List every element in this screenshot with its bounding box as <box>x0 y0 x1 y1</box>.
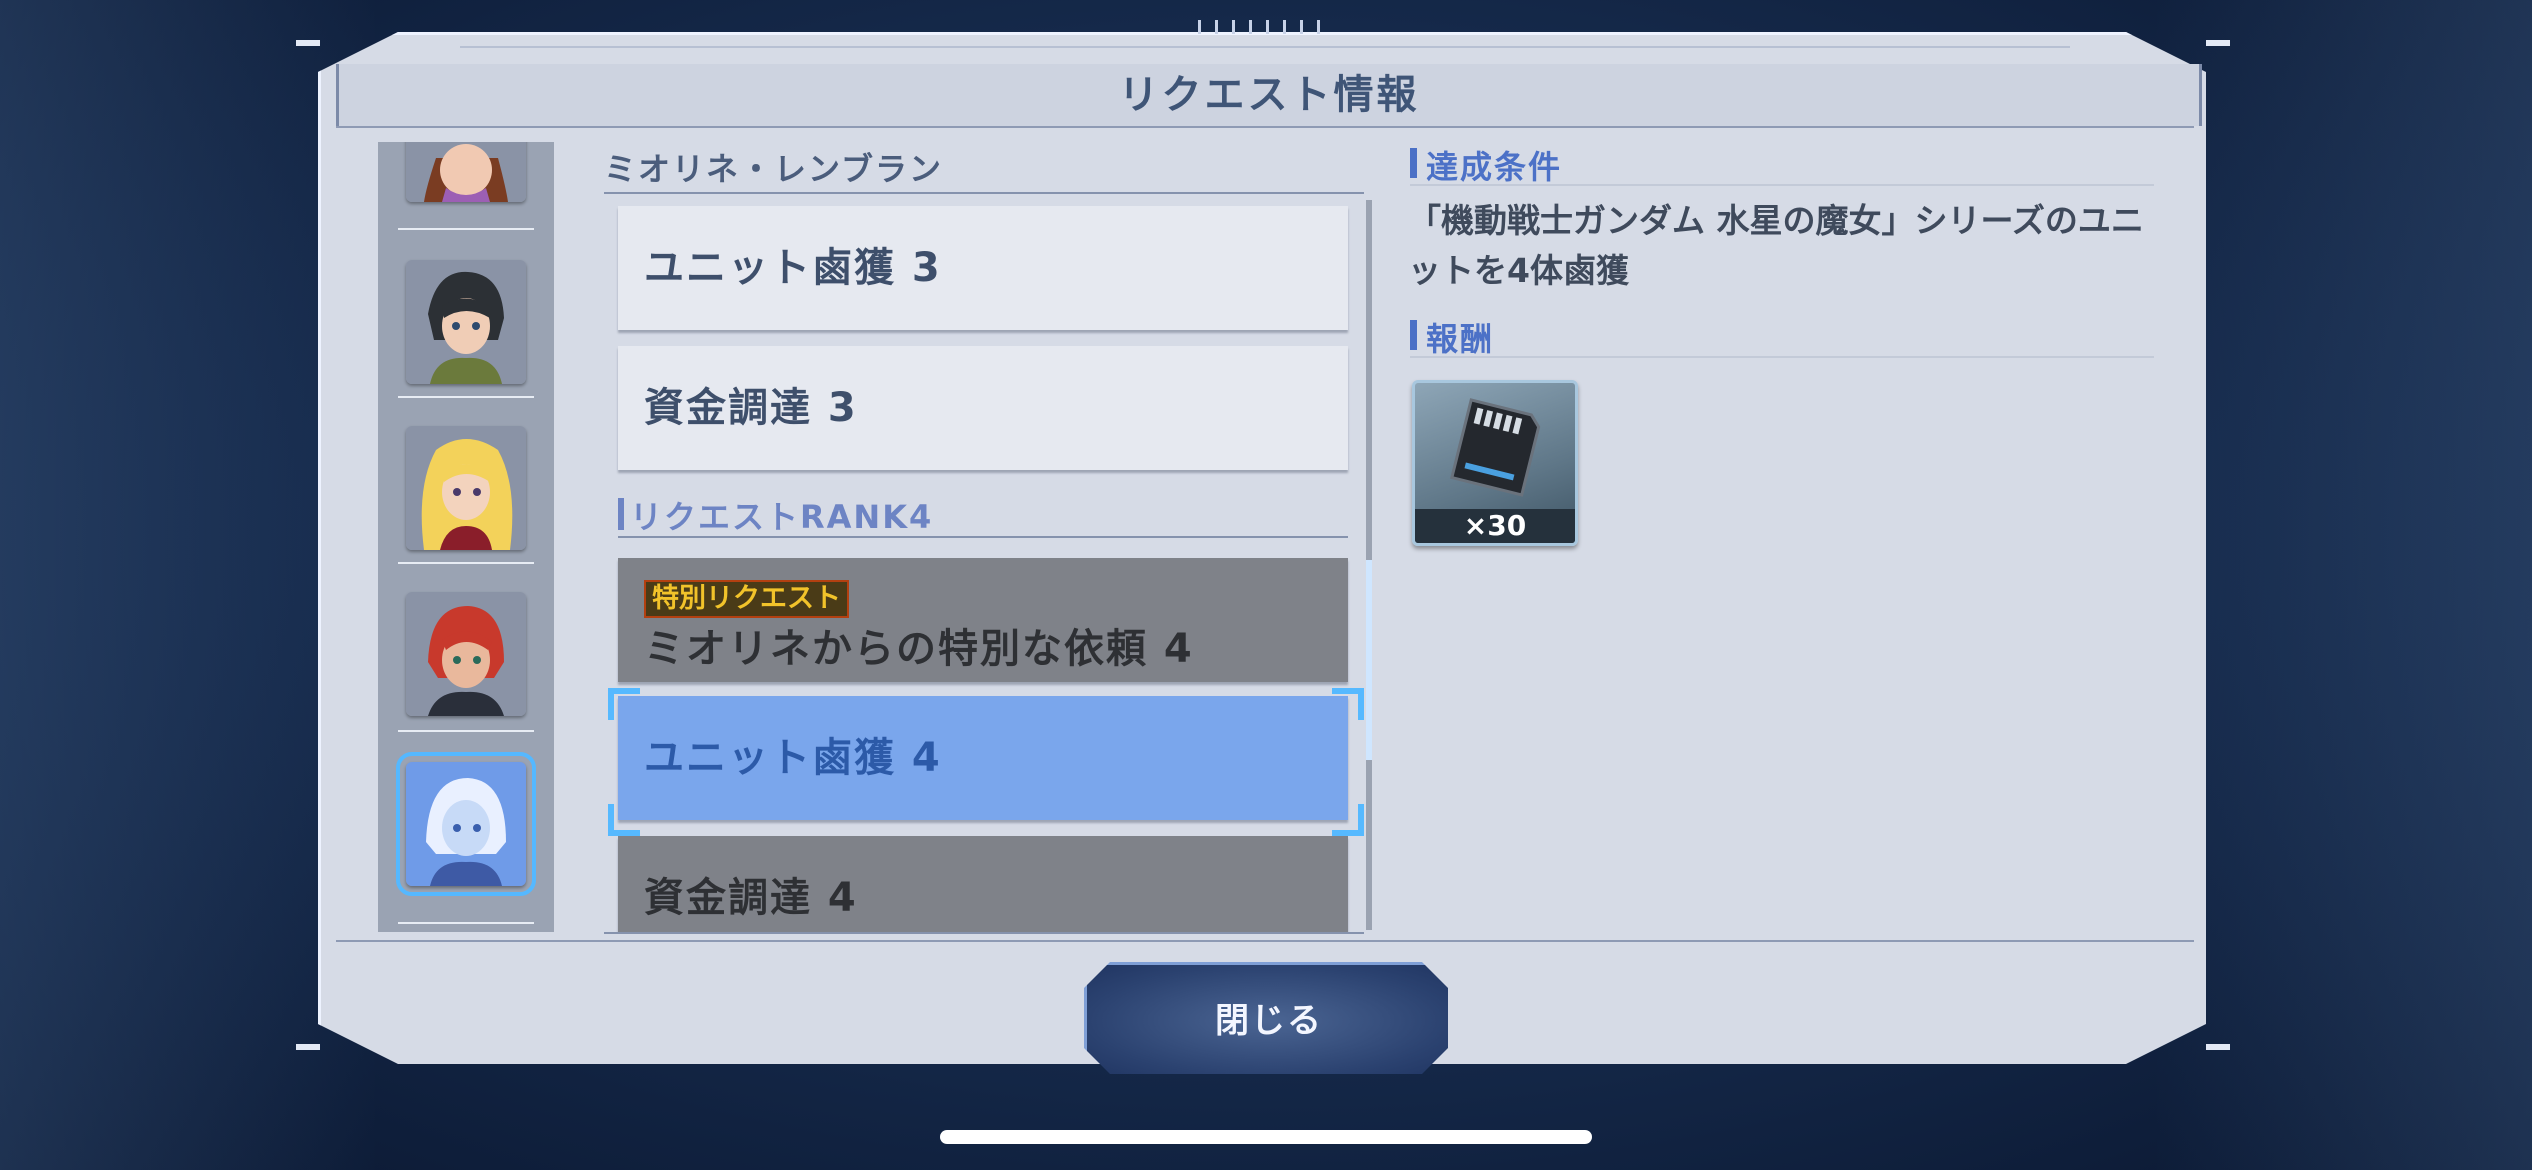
rank4-header: リクエストRANK4 <box>630 498 934 536</box>
request-item-unit-capture-4-selected[interactable]: ユニット鹵獲 4 <box>618 696 1348 820</box>
top-decoration-line <box>460 46 2070 48</box>
character-divider <box>398 730 534 732</box>
selection-corner <box>1332 688 1364 720</box>
character-portrait-brown-hair[interactable] <box>406 142 526 202</box>
frame-corner-mark <box>296 1044 320 1050</box>
character-portrait-red-hair[interactable] <box>406 592 526 716</box>
character-portrait-dark-hair[interactable] <box>406 260 526 384</box>
request-item-label: 資金調達 4 <box>644 875 858 921</box>
special-request-label: ミオリネからの特別な依頼 4 <box>644 626 1194 672</box>
page-title: リクエスト情報 <box>1118 72 1420 118</box>
reward-header: 報酬 <box>1426 320 1495 358</box>
title-separator <box>336 126 2194 128</box>
memory-card-icon <box>1450 398 1541 497</box>
frame-corner-mark <box>2206 1044 2230 1050</box>
home-indicator[interactable] <box>940 1130 1592 1144</box>
character-divider <box>398 396 534 398</box>
condition-header: 達成条件 <box>1426 148 1563 186</box>
condition-rule <box>1410 184 2154 186</box>
character-divider <box>398 562 534 564</box>
request-item-label: 資金調達 3 <box>644 385 858 431</box>
character-name: ミオリネ・レンブラン <box>604 150 944 188</box>
footer-separator <box>336 940 2194 942</box>
special-request-tag: 特別リクエスト <box>644 580 849 618</box>
selection-corner <box>608 688 640 720</box>
rank-header-bar <box>618 498 624 530</box>
title-bar: リクエスト情報 <box>336 64 2202 126</box>
rank4-rule <box>618 536 1348 538</box>
character-name-rule <box>604 192 1364 194</box>
request-list[interactable]: ユニット鹵獲 3 資金調達 3 リクエストRANK4 特別リクエスト ミオリネか… <box>604 196 1364 932</box>
request-item-label: ユニット鹵獲 4 <box>644 735 942 781</box>
reward-item[interactable]: ×30 <box>1412 380 1578 546</box>
close-button-label: 閉じる <box>1215 1001 1323 1041</box>
request-item-funding-4[interactable]: 資金調達 4 <box>618 836 1348 932</box>
character-divider <box>398 922 534 924</box>
character-portrait-blonde[interactable] <box>406 426 526 550</box>
condition-header-bar <box>1410 148 1417 178</box>
scrollbar-thumb[interactable] <box>1366 560 1372 760</box>
reward-count: ×30 <box>1415 509 1575 543</box>
request-item-label: ユニット鹵獲 3 <box>644 245 942 291</box>
request-list-scrollbar[interactable] <box>1366 200 1372 930</box>
character-portrait-white-hair-selected[interactable] <box>396 752 536 896</box>
frame-corner-mark <box>296 40 320 46</box>
request-item-special-4[interactable]: 特別リクエスト ミオリネからの特別な依頼 4 <box>618 558 1348 682</box>
request-item-funding-3[interactable]: 資金調達 3 <box>618 346 1348 470</box>
reward-rule <box>1410 356 2154 358</box>
list-bottom-rule <box>604 932 1364 934</box>
request-item-unit-capture-3[interactable]: ユニット鹵獲 3 <box>618 206 1348 330</box>
close-button[interactable]: 閉じる <box>1084 962 1448 1074</box>
character-list[interactable] <box>378 142 554 932</box>
selection-corner <box>1332 804 1364 836</box>
frame-corner-mark <box>2206 40 2230 46</box>
character-divider <box>398 228 534 230</box>
condition-text: 「機動戦士ガンダム 水星の魔女」シリーズのユニットを4体鹵獲 <box>1408 201 2144 290</box>
top-decoration-ticks <box>1198 20 1334 34</box>
reward-header-bar <box>1410 320 1417 350</box>
selection-corner <box>608 804 640 836</box>
